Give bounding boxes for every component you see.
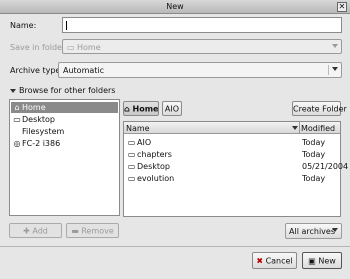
chevron-down-icon [332, 44, 338, 48]
desktop-icon: ▭ [13, 115, 21, 124]
column-modified-header[interactable]: Modified [301, 124, 335, 133]
file-name: AIO [137, 138, 152, 147]
archive-type-label: Archive type: [10, 66, 64, 75]
place-filesystem[interactable]: Filesystem [11, 126, 118, 137]
save-in-folder-label: Save in folder: [10, 43, 68, 52]
create-folder-label: Create Folder [293, 104, 347, 113]
archive-type-value: Automatic [63, 66, 105, 75]
place-label: Home [22, 103, 46, 112]
path-aio-label: AIO [164, 104, 180, 113]
file-row[interactable]: ▭ AIO Today [125, 137, 339, 148]
name-field[interactable] [62, 17, 342, 33]
file-modified: Today [302, 174, 326, 183]
file-name: evolution [137, 174, 175, 183]
home-icon: ⌂ [124, 104, 133, 113]
browse-expander[interactable]: Browse for other folders [10, 86, 115, 95]
path-home-button[interactable]: ⌂ Home [123, 101, 159, 116]
plus-icon: ✚ [23, 226, 33, 235]
file-row[interactable]: ▭ chapters Today [125, 149, 339, 160]
file-modified: Today [302, 150, 326, 159]
new-button[interactable]: ▣ New [302, 252, 342, 269]
file-row[interactable]: ▭ evolution Today [125, 173, 339, 184]
filter-value: All archives [289, 227, 335, 236]
desktop-icon: ▭ [127, 162, 136, 171]
place-desktop[interactable]: ▭Desktop [11, 114, 118, 125]
file-list-header: Name Modified [124, 122, 340, 134]
new-label: New [318, 256, 336, 265]
cancel-label: Cancel [265, 256, 293, 265]
folder-icon: ▭ [67, 43, 75, 52]
file-name: chapters [137, 150, 172, 159]
add-label: Add [32, 226, 48, 235]
place-fc2[interactable]: ◎ FC-2 i386 [11, 138, 118, 149]
combo-separator [328, 65, 329, 75]
folder-icon: ▭ [127, 138, 136, 147]
file-modified: 05/21/2004 [302, 162, 349, 171]
cancel-button[interactable]: ✖ Cancel [252, 252, 297, 269]
add-place-button[interactable]: ✚ Add [9, 223, 62, 238]
file-modified: Today [302, 138, 326, 147]
folder-icon: ▭ [127, 150, 136, 159]
file-row[interactable]: ▭ Desktop 05/21/2004 [125, 161, 348, 172]
minus-icon: ▬ [71, 226, 82, 235]
close-icon[interactable]: ✕ [337, 2, 347, 12]
save-in-folder-value: Home [77, 43, 101, 52]
chevron-down-icon [332, 228, 338, 232]
expander-arrow-icon [10, 88, 16, 93]
column-name-header[interactable]: Name [126, 124, 150, 133]
create-folder-button[interactable]: Create Folder [292, 101, 347, 116]
places-list[interactable]: ⌂ Home ▭Desktop Filesystem ◎ FC-2 i386 [9, 99, 120, 216]
place-label: Filesystem [22, 127, 65, 136]
remove-label: Remove [81, 226, 114, 235]
disc-icon: ◎ [13, 139, 21, 148]
path-home-label: Home [132, 104, 159, 113]
home-icon: ⌂ [14, 103, 20, 112]
title-bar: New ✕ [0, 0, 350, 14]
archive-type-combo[interactable]: Automatic [58, 62, 342, 78]
save-in-folder-combo[interactable]: ▭ Home [62, 39, 342, 54]
place-label: Desktop [22, 115, 55, 124]
filter-combo[interactable]: All archives [285, 223, 342, 239]
window-title: New [166, 2, 184, 11]
new-icon: ▣ [308, 256, 319, 265]
chevron-down-icon [332, 67, 338, 71]
file-list[interactable]: Name Modified ▭ AIO Today ▭ chapters Today… [123, 121, 348, 217]
place-home[interactable]: ⌂ Home [11, 102, 118, 113]
file-name: Desktop [137, 162, 170, 171]
sort-arrow-icon [292, 126, 298, 130]
divider [0, 246, 350, 247]
browse-label: Browse for other folders [19, 86, 116, 95]
path-aio-button[interactable]: AIO [162, 101, 182, 116]
folder-icon: ▭ [127, 174, 136, 183]
text-cursor [66, 21, 67, 30]
place-label: FC-2 i386 [22, 139, 61, 148]
name-label: Name: [10, 21, 37, 30]
cancel-icon: ✖ [256, 256, 266, 265]
remove-place-button[interactable]: ▬ Remove [66, 223, 119, 238]
column-separator [299, 122, 300, 133]
